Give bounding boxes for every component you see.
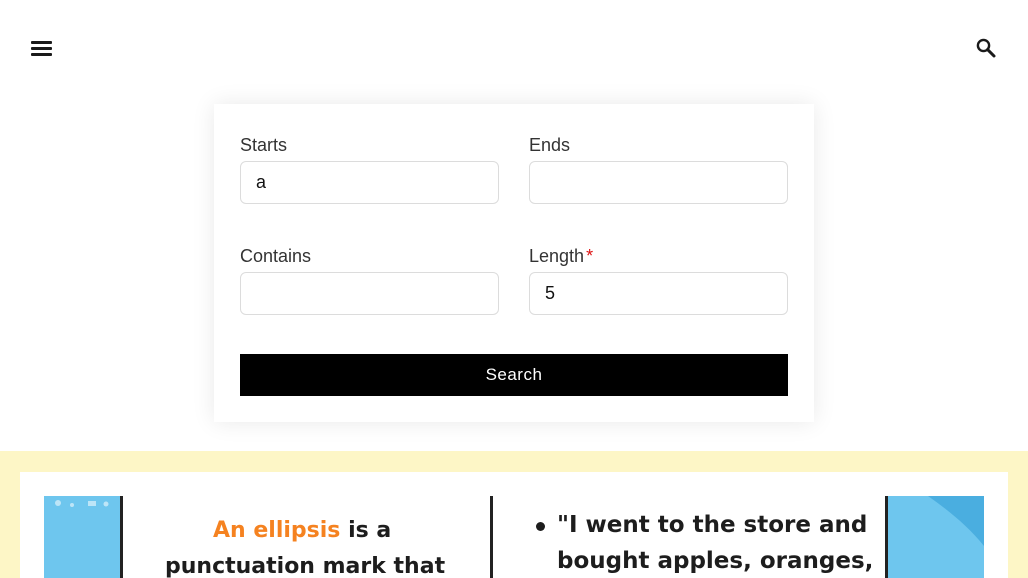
- ends-input[interactable]: [529, 161, 788, 204]
- starts-field-group: Starts: [240, 133, 499, 204]
- decorative-wave: [928, 496, 984, 546]
- search-button[interactable]: Search: [240, 354, 788, 396]
- site-header: [0, 0, 1028, 96]
- word-search-form: Starts Ends Contains Length* Search: [214, 104, 814, 422]
- infographic-left-panel: An ellipsis is a punctuation mark that: [120, 496, 493, 578]
- search-icon[interactable]: [974, 36, 998, 60]
- ends-label: Ends: [529, 135, 571, 155]
- search-icon-glyph: [976, 38, 996, 58]
- starts-input[interactable]: [240, 161, 499, 204]
- highlight-an: An: [213, 518, 246, 543]
- ends-field-group: Ends: [529, 133, 788, 204]
- length-field-group: Length *: [529, 244, 788, 315]
- length-label-wrap: Length *: [529, 244, 788, 268]
- article-card: An ellipsis is a punctuation mark that "…: [20, 472, 1008, 578]
- infographic-right-panel: "I went to the store and bought apples, …: [490, 496, 888, 578]
- menu-line: [31, 53, 52, 56]
- menu-line: [31, 41, 52, 44]
- definition-line-1-rest: is a: [348, 518, 392, 543]
- decorative-dots: [55, 500, 109, 507]
- contains-field-group: Contains: [240, 244, 499, 315]
- menu-line: [31, 47, 52, 50]
- contains-label: Contains: [240, 246, 312, 266]
- highlight-ellipsis: ellipsis: [253, 518, 341, 543]
- hamburger-menu-icon[interactable]: [30, 38, 54, 58]
- contains-input[interactable]: [240, 272, 499, 315]
- example-line-1: "I went to the store and: [557, 512, 868, 538]
- length-input[interactable]: [529, 272, 788, 315]
- example-line-2: bought apples, oranges,: [557, 548, 874, 574]
- bullet-dot: [536, 522, 545, 531]
- required-asterisk: *: [586, 246, 594, 266]
- definition-line-1: An ellipsis is a: [213, 518, 391, 543]
- ellipsis-infographic-image: An ellipsis is a punctuation mark that "…: [44, 496, 984, 578]
- starts-label: Starts: [240, 135, 288, 155]
- definition-line-2: punctuation mark that: [165, 554, 446, 578]
- length-label: Length: [529, 246, 585, 266]
